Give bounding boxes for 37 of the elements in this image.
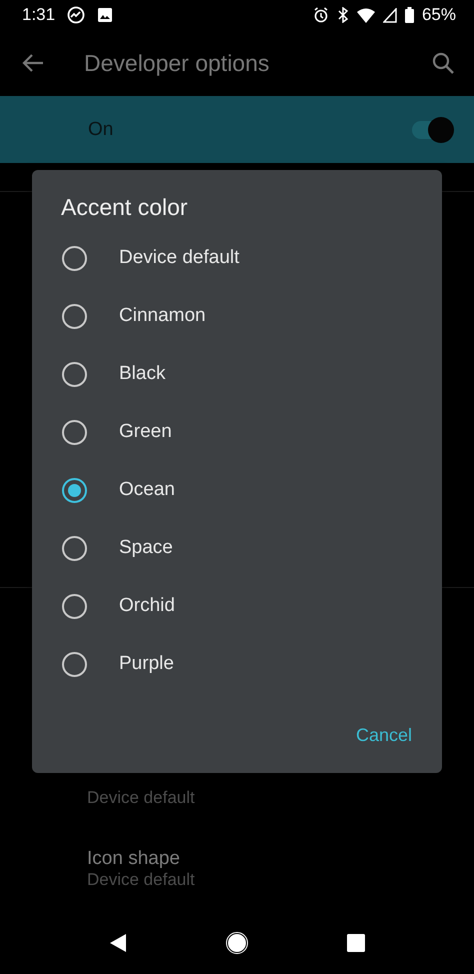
radio-option[interactable]: Space xyxy=(32,519,442,577)
bluetooth-icon xyxy=(336,7,349,23)
alarm-icon xyxy=(312,7,329,23)
radio-option[interactable]: Orchid xyxy=(32,577,442,635)
radio-option[interactable]: Black xyxy=(32,345,442,403)
battery-icon xyxy=(404,7,414,23)
toolbar-title: Developer options xyxy=(84,50,270,76)
radio-button[interactable] xyxy=(62,652,87,676)
back-arrow-icon[interactable] xyxy=(22,53,44,73)
battery-percent: 65% xyxy=(422,5,456,25)
radio-button[interactable] xyxy=(62,536,87,560)
wifi-icon xyxy=(356,8,375,22)
dialog-title: Accent color xyxy=(61,194,189,221)
status-time: 1:31 xyxy=(22,5,56,25)
radio-button[interactable] xyxy=(62,594,87,618)
radio-button[interactable] xyxy=(62,478,87,502)
home-icon[interactable] xyxy=(226,932,248,954)
image-icon xyxy=(97,7,114,23)
switch-label: On xyxy=(88,118,114,140)
radio-option[interactable]: Cinnamon xyxy=(32,287,442,345)
setting-summary: Device default xyxy=(87,870,196,890)
radio-option[interactable]: Device default xyxy=(32,229,442,287)
setting-summary: Device default xyxy=(87,788,196,808)
back-icon[interactable] xyxy=(109,933,128,953)
activity-icon xyxy=(67,6,86,24)
search-icon[interactable] xyxy=(432,52,454,74)
radio-option[interactable]: Ocean xyxy=(32,461,442,519)
radio-button[interactable] xyxy=(62,304,87,328)
radio-option[interactable]: Green xyxy=(32,403,442,461)
radio-button[interactable] xyxy=(62,246,87,270)
radio-button[interactable] xyxy=(62,362,87,386)
radio-option[interactable]: Purple xyxy=(32,635,442,693)
overview-icon[interactable] xyxy=(346,934,365,952)
signal-icon xyxy=(382,8,397,22)
cancel-button[interactable]: Cancel xyxy=(354,719,414,752)
setting-title: Icon shape xyxy=(87,848,181,870)
radio-button[interactable] xyxy=(62,420,87,444)
